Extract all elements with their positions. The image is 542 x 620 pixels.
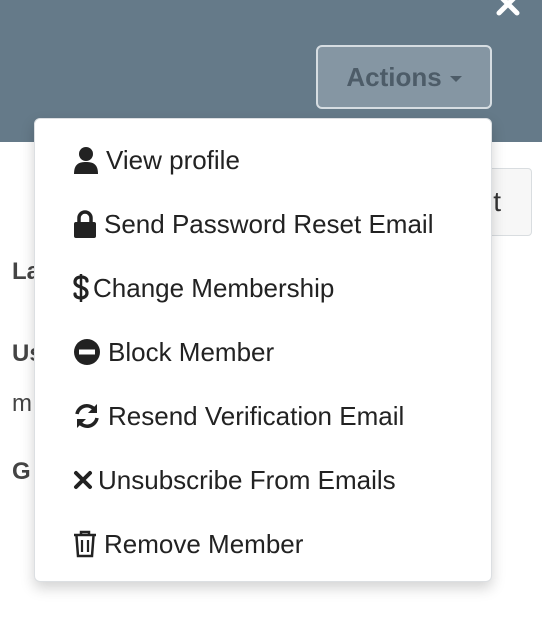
menu-item-send-password-reset[interactable]: Send Password Reset Email — [35, 192, 491, 256]
times-icon — [73, 470, 93, 490]
trash-icon — [73, 530, 97, 558]
caret-down-icon — [449, 76, 462, 82]
background-label: G — [12, 458, 31, 485]
menu-item-change-membership[interactable]: Change Membership — [35, 256, 491, 320]
menu-item-block-member[interactable]: Block Member — [35, 320, 491, 384]
lock-icon — [73, 210, 97, 238]
user-icon — [73, 146, 99, 174]
minus-circle-icon — [73, 338, 101, 366]
close-icon — [495, 0, 521, 22]
menu-item-remove-member[interactable]: Remove Member — [35, 512, 491, 576]
dollar-icon — [73, 273, 89, 303]
close-button[interactable] — [494, 0, 522, 20]
background-value: m — [12, 390, 32, 417]
actions-dropdown-button[interactable]: Actions — [316, 45, 492, 109]
menu-item-resend-verification[interactable]: Resend Verification Email — [35, 384, 491, 448]
menu-item-unsubscribe[interactable]: Unsubscribe From Emails — [35, 448, 491, 512]
refresh-icon — [73, 402, 101, 430]
actions-dropdown-menu: View profile Send Password Reset Email C… — [34, 118, 492, 582]
actions-label: Actions — [346, 61, 442, 92]
menu-item-view-profile[interactable]: View profile — [35, 128, 491, 192]
